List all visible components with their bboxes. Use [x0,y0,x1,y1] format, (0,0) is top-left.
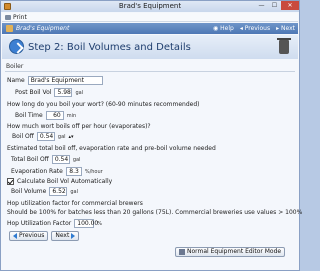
print-menu-item[interactable]: Print [5,14,27,21]
next-link-label: Next [281,25,295,32]
total-boil-off-label: Total Boil Off [11,156,49,163]
boil-time-label: Boil Time [15,112,43,119]
boil-off-spinner[interactable]: ▴▾ [69,134,74,140]
total-boil-off-row: Total Boil Off 0.54 gal [11,155,80,164]
boil-off-field[interactable]: 0.54 [36,132,55,141]
normal-editor-button[interactable]: Normal Equipment Editor Mode [175,247,286,257]
step-header: Step 2: Boil Volumes and Details [2,35,298,59]
boil-time-row: Boil Time 60 min [15,111,76,120]
step-title: Step 2: Boil Volumes and Details [28,42,191,53]
wizard-nav: Previous Next [9,231,80,241]
next-link[interactable]: ▸ Next [276,25,295,32]
boil-time-unit: min [66,112,77,119]
previous-button[interactable]: Previous [9,231,49,241]
name-label: Name [7,77,25,84]
section-heading: Boiler [6,63,24,70]
app-tab-bar: Brad's Equipment ◉ Help ◂ Previous ▸ Nex… [2,23,298,34]
normal-editor-label: Normal Equipment Editor Mode [187,248,282,255]
post-boil-label: Post Boil Vol [15,89,52,96]
editor-grid-icon [179,249,185,255]
help-link[interactable]: ◉ Help [213,25,234,32]
app-window: Brad's Equipment — ☐ ✕ Print Brad's Equi… [0,0,303,271]
boil-time-question: How long do you boil your wort? (60-90 m… [7,101,200,108]
total-boil-off-field[interactable]: 0.54 [51,155,70,164]
previous-link-label: Previous [244,25,271,32]
boil-time-field[interactable]: 60 [45,111,64,120]
post-boil-row: Post Boil Vol 5.98 gal [15,88,83,97]
boil-off-unit: gal [57,133,66,140]
help-label: Help [220,25,234,32]
name-field[interactable]: Brad's Equipment [27,76,103,85]
boil-off-label: Boil Off [12,133,34,140]
post-boil-unit: gal [75,89,84,96]
app-tab-label: Brad's Equipment [16,25,70,32]
section-divider [5,71,295,72]
name-row: Name Brad's Equipment [7,76,103,85]
evaporation-rate-row: Evaporation Rate 8.3 %/hour [11,167,103,176]
boil-volume-field[interactable]: 6.52 [49,187,68,196]
trash-icon[interactable] [277,38,291,54]
hop-factor-label: Hop Utilization Factor [7,220,72,227]
title-bar: Brad's Equipment — ☐ ✕ [1,1,299,12]
evaporation-rate-field[interactable]: 8.3 [65,167,82,176]
boil-volume-unit: gal [70,188,78,195]
printer-icon [5,15,11,20]
previous-arrow-icon [13,233,17,239]
boil-volume-label: Boil Volume [11,188,47,195]
estimated-question: Estimated total boil off, evaporation ra… [7,145,216,152]
window-controls: — ☐ ✕ [255,1,299,11]
next-arrow-icon [71,233,76,239]
calc-auto-row: Calculate Boil Vol Automatically [7,178,112,185]
editor-mode-container: Normal Equipment Editor Mode [175,247,286,257]
total-boil-off-unit: gal [72,156,81,163]
close-button[interactable]: ✕ [281,1,299,10]
minimize-button[interactable]: — [255,1,268,10]
previous-button-label: Previous [19,232,45,239]
boil-volume-row: Boil Volume 6.52 gal [11,187,78,196]
calc-auto-checkbox[interactable] [7,178,14,185]
evaporation-rate-label: Evaporation Rate [11,168,63,175]
menu-bar: Print [2,13,298,22]
next-button-label: Next [55,232,70,239]
hop-description: Should be 100% for batches less than 20 … [7,209,303,216]
hop-factor-unit: % [97,220,103,227]
step-arrow-icon [9,39,24,54]
print-label: Print [13,14,27,21]
hop-factor-row: Hop Utilization Factor 100.00 % [7,219,102,228]
previous-link[interactable]: ◂ Previous [240,25,270,32]
post-boil-field[interactable]: 5.98 [54,88,73,97]
maximize-button[interactable]: ☐ [268,1,281,10]
next-button[interactable]: Next [51,231,80,241]
boil-off-question: How much wort boils off per hour (evapor… [7,123,151,130]
calc-auto-label: Calculate Boil Vol Automatically [17,178,113,185]
equipment-icon [6,25,13,32]
hop-factor-field[interactable]: 100.00 [74,219,98,228]
boil-off-row: Boil Off 0.54 gal ▴▾ [12,132,74,141]
top-nav: ◉ Help ◂ Previous ▸ Next [213,25,295,32]
hop-title: Hop utilization factor for commercial br… [7,200,143,207]
evaporation-rate-unit: %/hour [84,168,103,175]
